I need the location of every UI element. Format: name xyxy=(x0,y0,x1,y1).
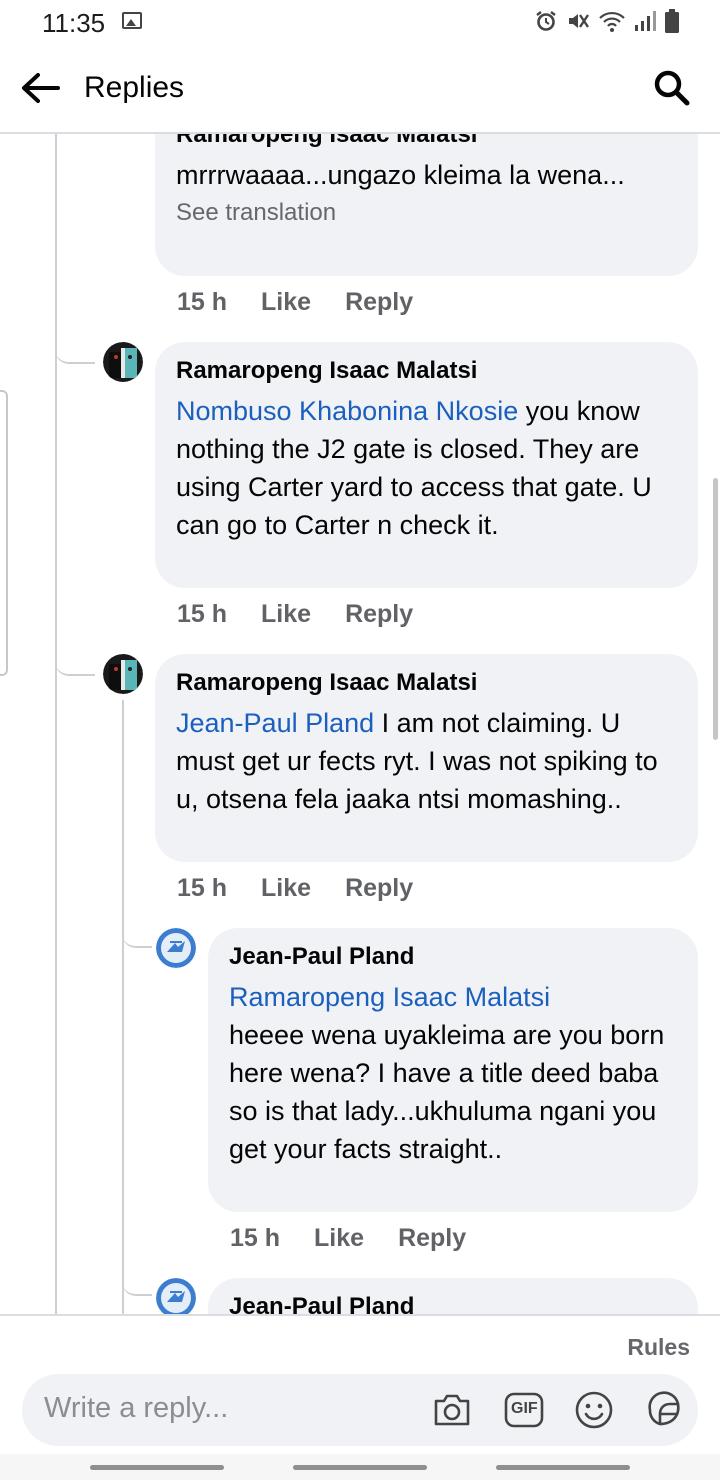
avatar[interactable] xyxy=(103,654,143,694)
comment-actions: 15 h Like Reply xyxy=(230,1224,466,1253)
sticker-icon[interactable] xyxy=(642,1388,686,1432)
reply-button[interactable]: Reply xyxy=(345,874,413,903)
status-icons xyxy=(534,8,680,34)
comment-text: Ramaropeng Isaac Malatsi heeee wena uyakl… xyxy=(229,978,678,1168)
like-button[interactable]: Like xyxy=(261,600,311,629)
mute-icon xyxy=(569,14,589,28)
reply-input[interactable]: Write a reply... GIF xyxy=(22,1374,698,1446)
thread-connector xyxy=(122,916,152,948)
nav-recents[interactable] xyxy=(90,1465,224,1470)
comment-actions: 15 h Like Reply xyxy=(177,600,413,629)
thread-connector xyxy=(122,1266,152,1296)
see-translation-link[interactable]: See translation xyxy=(176,196,678,230)
comment-bubble[interactable]: Ramaropeng Isaac Malatsi Nombuso Khaboni… xyxy=(155,342,698,588)
mention-link[interactable]: Jean-Paul Pland xyxy=(176,708,374,738)
comment-time: 15 h xyxy=(177,288,228,316)
nav-home[interactable] xyxy=(293,1465,427,1470)
signal-icon xyxy=(635,11,656,31)
reply-placeholder: Write a reply... xyxy=(44,1392,229,1424)
arrow-left-icon[interactable] xyxy=(18,68,64,108)
status-bar: 11:35 xyxy=(0,0,720,44)
thread-connector xyxy=(55,642,95,676)
comment-author[interactable]: Ramaropeng Isaac Malatsi xyxy=(176,668,678,698)
search-icon[interactable] xyxy=(652,68,692,108)
comment-time: 15 h xyxy=(177,600,228,628)
battery-icon xyxy=(665,9,679,33)
alarm-icon xyxy=(536,11,556,31)
gif-label: GIF xyxy=(511,1400,538,1417)
sub-thread-line xyxy=(122,700,124,1314)
thread-connector xyxy=(55,330,95,364)
mention-link[interactable]: Nombuso Khabonina Nkosie xyxy=(176,396,518,426)
rules-link[interactable]: Rules xyxy=(627,1334,690,1361)
comment-bubble[interactable]: Ramaropeng Isaac Malatsi Jean-Paul Pland… xyxy=(155,654,698,862)
reply-composer: Rules Write a reply... GIF xyxy=(0,1314,720,1454)
camera-icon[interactable] xyxy=(430,1388,474,1432)
emoji-icon[interactable] xyxy=(572,1388,616,1432)
comment-bubble[interactable]: Jean-Paul Pland xyxy=(208,1278,698,1314)
reply-button[interactable]: Reply xyxy=(345,600,413,629)
reply-button[interactable]: Reply xyxy=(398,1224,466,1253)
system-nav-bar xyxy=(0,1454,720,1480)
comment-actions: 15 h Like Reply xyxy=(177,288,413,317)
gif-icon[interactable]: GIF xyxy=(502,1388,546,1432)
scrollbar[interactable] xyxy=(713,478,718,740)
mention-link[interactable]: Ramaropeng Isaac Malatsi xyxy=(229,978,678,1016)
comment-author[interactable]: Jean-Paul Pland xyxy=(229,1292,678,1314)
comment-author[interactable]: Ramaropeng Isaac Malatsi xyxy=(176,134,678,150)
comment-text: mrrrwaaaa...ungazo kleima la wena... xyxy=(176,160,625,190)
avatar[interactable] xyxy=(156,1278,196,1314)
avatar[interactable] xyxy=(156,928,196,968)
image-icon xyxy=(122,12,142,29)
comment-author[interactable]: Jean-Paul Pland xyxy=(229,942,678,972)
app-bar: Replies xyxy=(0,44,720,134)
avatar[interactable] xyxy=(103,342,143,382)
wifi-icon xyxy=(599,11,625,32)
comment-bubble[interactable]: Jean-Paul Pland Ramaropeng Isaac Malatsi… xyxy=(208,928,698,1212)
nav-back[interactable] xyxy=(496,1465,630,1470)
status-time: 11:35 xyxy=(42,8,106,38)
comment-time: 15 h xyxy=(230,1224,281,1252)
replies-feed[interactable]: Ramaropeng Isaac Malatsi mrrrwaaaa...ung… xyxy=(0,134,720,1314)
comment-text: Jean-Paul Pland I am not claiming. U mus… xyxy=(176,708,658,814)
like-button[interactable]: Like xyxy=(261,288,311,317)
comment-time: 15 h xyxy=(177,874,228,902)
edge-panel-handle[interactable] xyxy=(0,390,8,676)
comment-text: Nombuso Khabonina Nkosie you know nothin… xyxy=(176,396,652,540)
thread-line xyxy=(55,134,57,1314)
reply-button[interactable]: Reply xyxy=(345,288,413,317)
comment-bubble[interactable]: Ramaropeng Isaac Malatsi mrrrwaaaa...ung… xyxy=(155,134,698,276)
like-button[interactable]: Like xyxy=(314,1224,364,1253)
comment-actions: 15 h Like Reply xyxy=(177,874,413,903)
page-title: Replies xyxy=(84,71,185,104)
comment-author[interactable]: Ramaropeng Isaac Malatsi xyxy=(176,356,678,386)
like-button[interactable]: Like xyxy=(261,874,311,903)
